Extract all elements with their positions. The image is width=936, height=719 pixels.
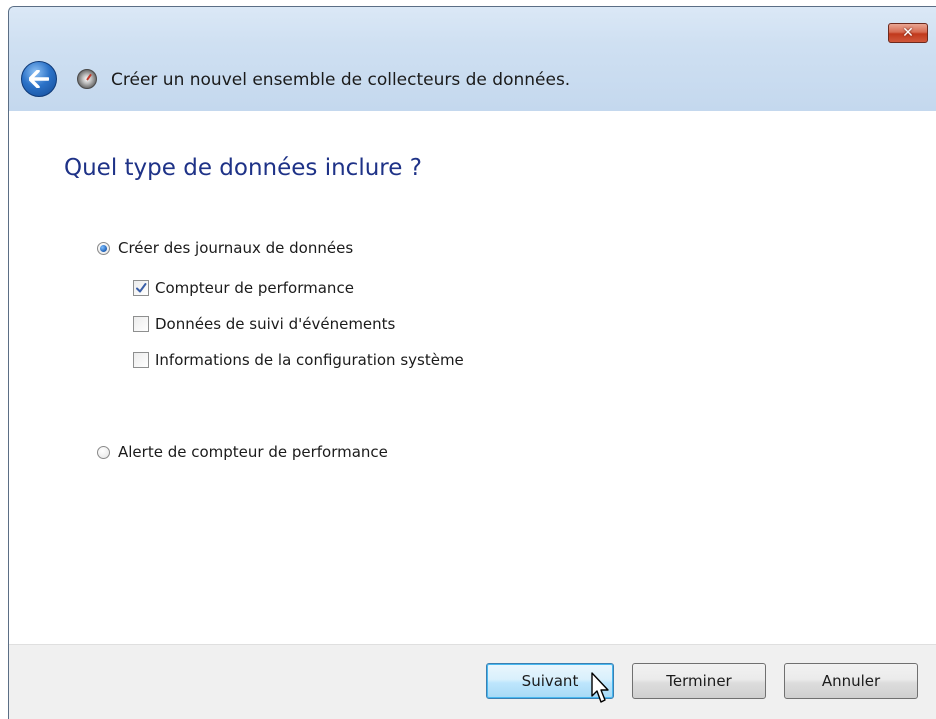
checkbox-performance-counter-label: Compteur de performance bbox=[155, 279, 354, 297]
checkbox-performance-counter[interactable]: Compteur de performance bbox=[133, 279, 354, 297]
radio-create-logs-label: Créer des journaux de données bbox=[118, 239, 354, 257]
performance-monitor-icon bbox=[77, 69, 97, 89]
page-heading: Quel type de données inclure ? bbox=[64, 155, 422, 181]
window-title: Créer un nouvel ensemble de collecteurs … bbox=[111, 70, 571, 90]
button-bar: Suivant Terminer Annuler bbox=[9, 644, 936, 719]
cancel-button[interactable]: Annuler bbox=[784, 663, 918, 699]
checkbox-unchecked[interactable] bbox=[133, 316, 149, 332]
radio-perf-alert[interactable]: Alerte de compteur de performance bbox=[97, 443, 388, 461]
close-button[interactable]: ✕ bbox=[888, 23, 928, 43]
close-icon: ✕ bbox=[902, 25, 914, 41]
radio-create-logs[interactable]: Créer des journaux de données bbox=[97, 239, 353, 257]
finish-button[interactable]: Terminer bbox=[632, 663, 766, 699]
back-arrow-icon bbox=[29, 70, 49, 88]
back-button[interactable] bbox=[21, 61, 57, 97]
title-bar: ✕ Créer un nouvel ensemble de collecteur… bbox=[9, 7, 936, 111]
checkbox-unchecked[interactable] bbox=[133, 352, 149, 368]
radio-button-unselected[interactable] bbox=[97, 445, 110, 459]
wizard-window: ✕ Créer un nouvel ensemble de collecteur… bbox=[8, 6, 936, 719]
checkbox-event-trace[interactable]: Données de suivi d'événements bbox=[133, 315, 395, 333]
checkbox-checked[interactable] bbox=[133, 280, 149, 296]
checkbox-system-config-label: Informations de la configuration système bbox=[155, 351, 464, 369]
checkbox-event-trace-label: Données de suivi d'événements bbox=[155, 315, 396, 333]
mouse-pointer-icon bbox=[591, 672, 609, 703]
checkbox-system-config[interactable]: Informations de la configuration système bbox=[133, 351, 464, 369]
radio-perf-alert-label: Alerte de compteur de performance bbox=[118, 443, 388, 461]
checkmark-icon bbox=[136, 283, 147, 293]
radio-button-selected[interactable] bbox=[97, 241, 110, 255]
wizard-content: Quel type de données inclure ? Créer des… bbox=[9, 111, 936, 644]
